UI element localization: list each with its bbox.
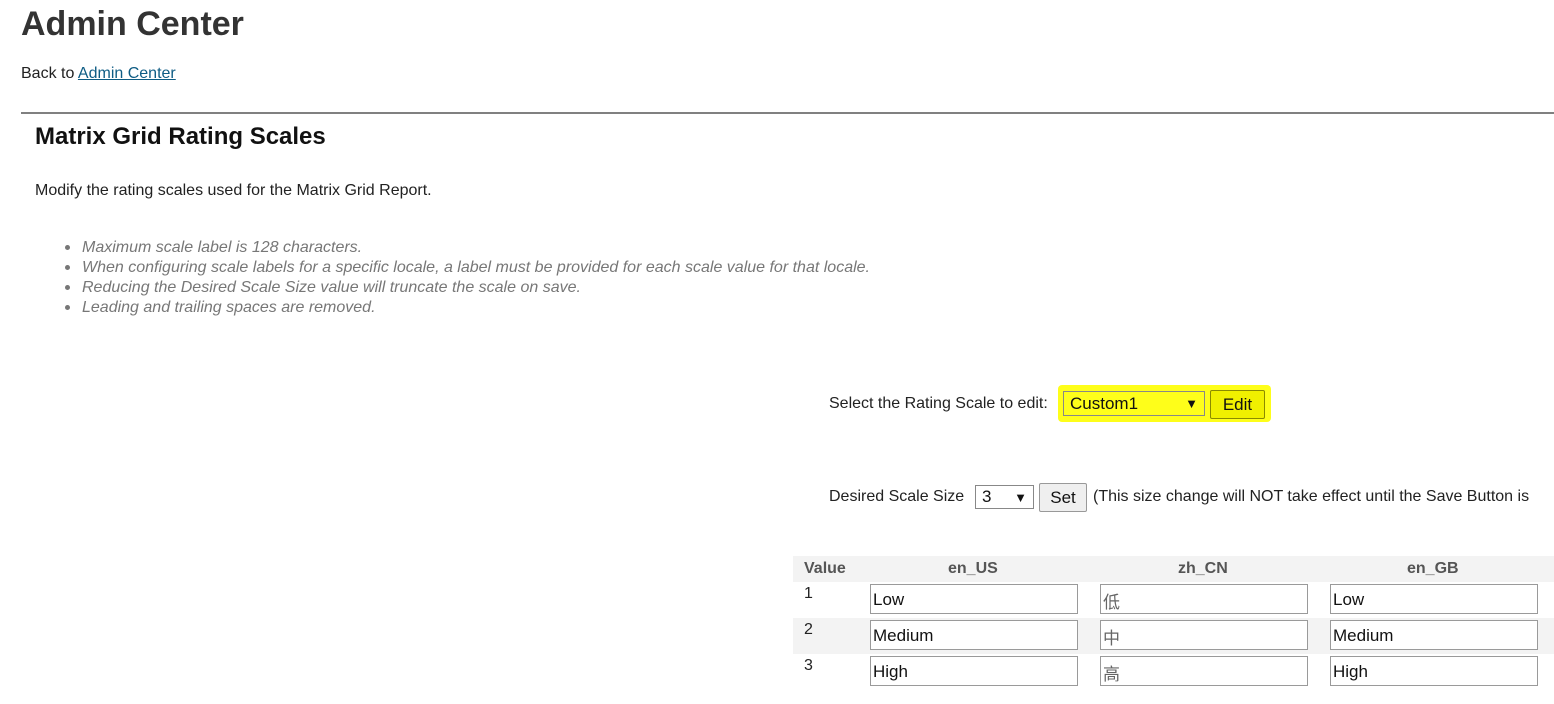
scale-size-note: (This size change will NOT take effect u… [1093, 488, 1530, 505]
back-prefix: Back to [21, 65, 75, 82]
section-divider [21, 112, 1554, 114]
admin-center-link[interactable]: Admin Center [78, 65, 176, 82]
table-row: 2 [793, 618, 1554, 654]
edit-button[interactable]: Edit [1210, 390, 1265, 419]
back-link-line: Back to Admin Center [21, 64, 176, 84]
en-us-label-input[interactable] [870, 656, 1078, 686]
scale-size-label: Desired Scale Size [829, 488, 965, 505]
table-row: 1 [793, 582, 1554, 618]
zh-cn-label-input[interactable] [1100, 656, 1308, 686]
note-item: Maximum scale label is 128 characters. [65, 238, 870, 258]
set-button[interactable]: Set [1039, 483, 1087, 512]
header-value: Value [804, 560, 846, 577]
dropdown-arrow-icon: ▼ [1185, 396, 1198, 411]
notes-list: Maximum scale label is 128 characters. W… [65, 238, 870, 318]
row-value: 2 [804, 621, 813, 638]
row-value: 1 [804, 585, 813, 602]
note-item: When configuring scale labels for a spec… [65, 259, 870, 276]
page-title: Admin Center [21, 5, 244, 43]
table-row: 3 [793, 654, 1554, 690]
header-zh-cn: zh_CN [1178, 560, 1228, 577]
zh-cn-label-input[interactable] [1100, 620, 1308, 650]
en-us-label-input[interactable] [870, 620, 1078, 650]
note-item: Reducing the Desired Scale Size value wi… [65, 278, 870, 298]
section-description: Modify the rating scales used for the Ma… [35, 182, 432, 199]
header-en-gb: en_GB [1407, 560, 1459, 577]
en-us-label-input[interactable] [870, 584, 1078, 614]
rating-scale-selected-value: Custom1 [1070, 393, 1139, 413]
rating-scale-select[interactable]: Custom1 ▼ [1063, 391, 1205, 416]
note-item: Leading and trailing spaces are removed. [65, 298, 870, 318]
dropdown-arrow-icon: ▼ [1014, 489, 1027, 505]
en-gb-label-input[interactable] [1330, 656, 1538, 686]
section-title: Matrix Grid Rating Scales [35, 123, 326, 150]
row-value: 3 [804, 657, 813, 674]
scale-size-selected-value: 3 [982, 487, 992, 506]
header-en-us: en_US [948, 560, 998, 577]
rating-scale-label: Select the Rating Scale to edit: [829, 395, 1048, 412]
scale-size-select[interactable]: 3 ▼ [975, 485, 1034, 509]
en-gb-label-input[interactable] [1330, 620, 1538, 650]
zh-cn-label-input[interactable] [1100, 584, 1308, 614]
en-gb-label-input[interactable] [1330, 584, 1538, 614]
grid-header-row: Value en_US zh_CN en_GB [793, 556, 1554, 582]
